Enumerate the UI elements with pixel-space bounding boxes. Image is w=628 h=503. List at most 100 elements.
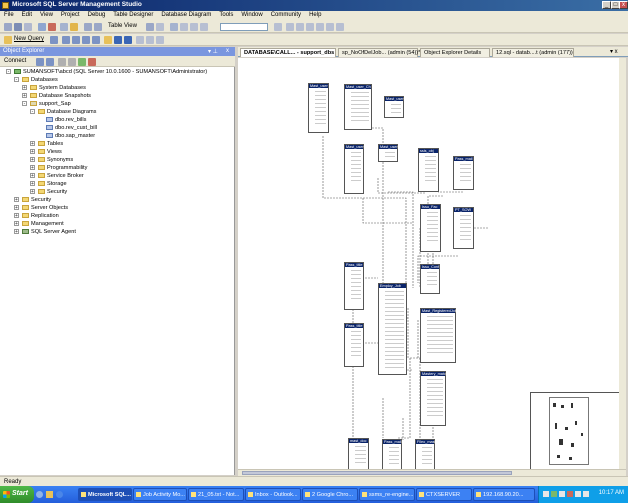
tray-icon[interactable] [575, 491, 581, 497]
taskbar-item-notepad[interactable]: 21_05.txt - Not... [188, 488, 244, 501]
table-box[interactable]: Mast_user [344, 144, 364, 194]
tool-icon[interactable] [82, 36, 90, 44]
tool-icon[interactable] [200, 23, 208, 31]
tab-sql-file[interactable]: 12.sql - datab....t (admin (177)) [492, 48, 574, 57]
table-box[interactable]: Mast_user [384, 96, 404, 118]
tool-icon[interactable] [156, 23, 164, 31]
taskbar-item-ssms-re-engine[interactable]: ssms_re-engine... [359, 488, 415, 501]
filter-icon[interactable] [68, 58, 76, 66]
tool-icon[interactable] [88, 58, 96, 66]
tool-icon[interactable] [316, 23, 324, 31]
minimize-button[interactable]: _ [602, 1, 611, 9]
quick-launch-icon[interactable] [56, 491, 63, 498]
start-button[interactable]: Start [0, 486, 34, 503]
tool-icon[interactable] [274, 23, 282, 31]
tool-icon[interactable] [136, 36, 144, 44]
tray-icon[interactable] [559, 491, 565, 497]
tool-icon[interactable] [94, 23, 102, 31]
table-box[interactable]: Fileo_mast [415, 439, 436, 470]
table-box[interactable]: Mastery_match [420, 371, 448, 426]
taskbar-item-ctxserver[interactable]: CTXSERVER [416, 488, 472, 501]
menu-community[interactable]: Community [267, 11, 305, 18]
menu-database-diagram[interactable]: Database Diagram [157, 11, 215, 18]
tool-icon[interactable] [190, 23, 198, 31]
tray-icon[interactable] [583, 491, 589, 497]
menu-debug[interactable]: Debug [84, 11, 110, 18]
tab-object-explorer-details[interactable]: Object Explorer Details [420, 48, 490, 57]
menu-table-designer[interactable]: Table Designer [109, 11, 157, 18]
quick-launch-icon[interactable] [46, 491, 53, 498]
scroll-thumb[interactable] [242, 471, 512, 475]
save-icon[interactable] [114, 36, 122, 44]
tool-icon[interactable] [306, 23, 314, 31]
clock[interactable]: 10:17 AM [599, 490, 624, 496]
pin-icon[interactable]: ▾ ⊥ [208, 48, 218, 55]
tool-icon[interactable] [84, 23, 92, 31]
table-view-dropdown[interactable]: Table View [108, 23, 137, 29]
connect-icon[interactable] [36, 58, 44, 66]
taskbar-item-ssms[interactable]: Microsoft SQL... [78, 488, 132, 501]
tray-icon[interactable] [543, 491, 549, 497]
vertical-scrollbar[interactable] [619, 58, 626, 469]
stop-icon[interactable] [58, 58, 66, 66]
diagram-overview-minimap[interactable] [530, 392, 624, 470]
close-button[interactable]: x [619, 1, 628, 9]
zoom-select[interactable] [220, 23, 268, 31]
tool-icon[interactable] [92, 36, 100, 44]
tool-icon[interactable] [24, 23, 32, 31]
tool-icon[interactable] [170, 23, 178, 31]
taskbar-item-chrome[interactable]: 2 Google Chro... [302, 488, 358, 501]
tool-icon[interactable] [48, 23, 56, 31]
table-box[interactable]: PT_SOW [453, 207, 474, 249]
tool-icon[interactable] [146, 36, 154, 44]
close-tab-icon[interactable]: ▾ x [610, 48, 618, 55]
table-box[interactable]: Employ_Job [378, 283, 407, 375]
tray-icon[interactable] [551, 491, 557, 497]
tool-icon[interactable] [38, 23, 46, 31]
refresh-icon[interactable] [78, 58, 86, 66]
tab-diagram[interactable]: DATABASE\CALL... - support_dbs [240, 48, 336, 57]
menu-project[interactable]: Project [57, 11, 84, 18]
tool-icon[interactable] [146, 23, 154, 31]
taskbar-item-outlook[interactable]: Inbox - Outlook... [245, 488, 301, 501]
menu-help[interactable]: Help [305, 11, 325, 18]
tool-icon[interactable] [296, 23, 304, 31]
menu-view[interactable]: View [36, 11, 57, 18]
menu-tools[interactable]: Tools [215, 11, 237, 18]
tool-icon[interactable] [326, 23, 334, 31]
diagram-canvas[interactable]: Mast_user Mast_user_Ch Mast_user Mast_us… [238, 58, 626, 470]
taskbar-item-job-activity[interactable]: Job Activity Mo... [133, 488, 187, 501]
taskbar-item-remote[interactable]: 192.168.90.20... [473, 488, 535, 501]
disconnect-icon[interactable] [46, 58, 54, 66]
menu-window[interactable]: Window [237, 11, 266, 18]
table-box[interactable]: Mast_RegisteredJob [420, 308, 457, 363]
table-box[interactable]: ssis_obj [418, 148, 439, 192]
table-box[interactable]: Mast_user [378, 144, 398, 162]
horizontal-scrollbar[interactable] [238, 469, 626, 476]
table-box[interactable]: Pass_title [344, 323, 364, 367]
table-box[interactable]: Pass_mail [382, 439, 402, 470]
new-query-button[interactable]: New Query [14, 36, 44, 42]
table-box[interactable]: Pass_title [344, 262, 364, 310]
connect-button[interactable]: Connect [4, 58, 26, 64]
tool-icon[interactable] [286, 23, 294, 31]
table-box[interactable]: Mast_user [308, 83, 329, 133]
tool-icon[interactable] [336, 23, 344, 31]
save-all-icon[interactable] [124, 36, 132, 44]
tab-query[interactable]: sp_NoOfDelJob... (admin (54))* [338, 48, 420, 57]
table-box[interactable]: Pass_mail [453, 156, 474, 190]
tool-icon[interactable] [180, 23, 188, 31]
table-box[interactable]: Issu_Conf [420, 264, 440, 294]
tool-icon[interactable] [62, 36, 70, 44]
close-panel-icon[interactable]: x [226, 48, 229, 54]
tool-icon[interactable] [156, 36, 164, 44]
table-box[interactable]: Issu_Fac [420, 204, 441, 252]
open-file-icon[interactable] [104, 36, 112, 44]
menu-edit[interactable]: Edit [18, 11, 36, 18]
table-box[interactable]: Mast_user_Ch [344, 84, 372, 130]
tool-icon[interactable] [50, 36, 58, 44]
table-box[interactable]: mast_doc [348, 438, 369, 470]
tool-icon[interactable] [70, 23, 78, 31]
tool-icon[interactable] [14, 23, 22, 31]
tool-icon[interactable] [4, 23, 12, 31]
